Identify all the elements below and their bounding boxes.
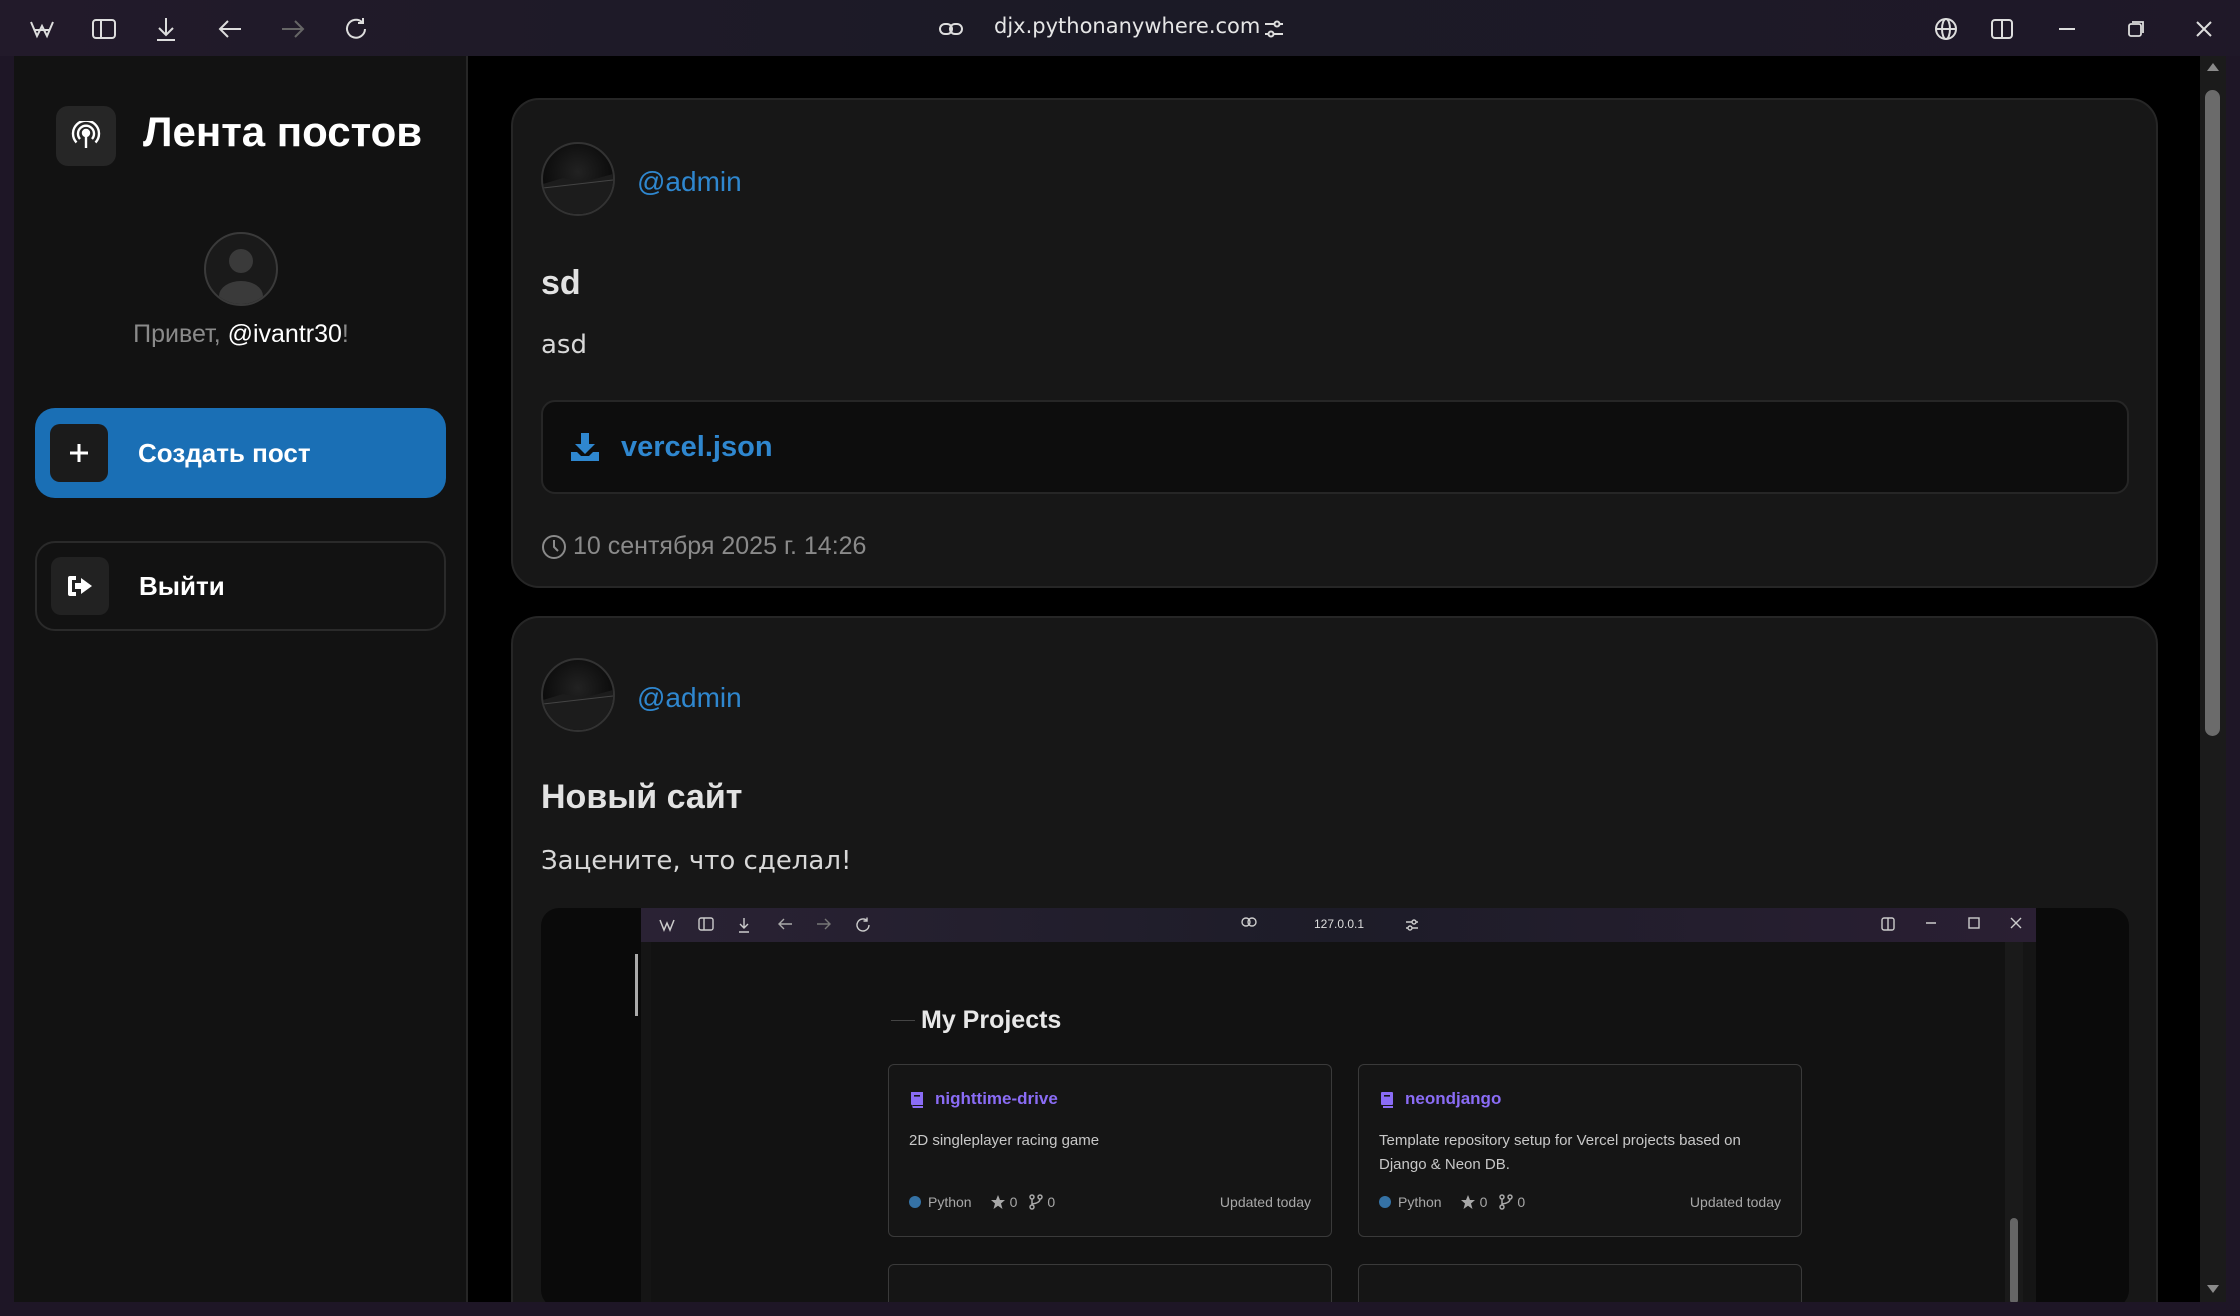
repo-forks: 0 <box>1517 1194 1526 1210</box>
repo-stars: 0 <box>1479 1194 1488 1210</box>
screenshot-scrollbar-thumb <box>2010 1218 2018 1302</box>
forward-icon[interactable] <box>273 10 313 48</box>
page-scrollbar-thumb[interactable] <box>2205 90 2220 736</box>
post-title: Новый сайт <box>541 778 743 816</box>
repo-card: neondjango Template repository setup for… <box>1358 1064 1802 1237</box>
browser-logo-icon[interactable] <box>22 10 62 48</box>
post-date-text: 10 сентября 2025 г. 14:26 <box>573 532 867 560</box>
greeting-prefix: Привет, <box>133 320 228 348</box>
close-window-icon[interactable] <box>2184 10 2224 48</box>
user-avatar <box>204 232 278 306</box>
fork-icon <box>1029 1194 1044 1210</box>
repo-description: 2D singleplayer racing game <box>909 1132 1100 1149</box>
screenshot-url: 127.0.0.1 <box>1314 917 1365 931</box>
link-icon[interactable] <box>931 10 971 48</box>
post-image[interactable]: 127.0.0.1 My Projects nighttime-drive 2D… <box>541 908 2129 1302</box>
site-title[interactable]: Лента постов <box>143 108 422 156</box>
post-card: @admin sd asd vercel.json 10 сентября 20… <box>511 98 2158 588</box>
site-settings-icon[interactable] <box>1254 10 1294 48</box>
create-post-label: Создать пост <box>138 437 311 468</box>
text-cursor <box>635 954 638 1016</box>
scroll-up-icon <box>2207 63 2219 71</box>
greeting: Привет, @ivantr30! <box>14 320 468 349</box>
sidebar-toggle-icon[interactable] <box>84 10 124 48</box>
screenshot-browser-bar: 127.0.0.1 <box>641 908 2036 942</box>
create-post-button[interactable]: Создать пост <box>35 408 446 498</box>
screenshot-viewport: My Projects nighttime-drive 2D singlepla… <box>651 942 2023 1302</box>
minimize-icon[interactable] <box>2047 10 2087 48</box>
clock-icon <box>541 534 567 560</box>
repo-language: Python <box>928 1194 972 1210</box>
translate-globe-icon[interactable] <box>1926 10 1966 48</box>
repo-card-partial <box>888 1264 1332 1302</box>
greeting-username: @ivantr30 <box>227 320 342 348</box>
post-card: @admin Новый сайт Зацените, что сделал! … <box>511 616 2158 1302</box>
address-bar-url[interactable]: djx.pythonanywhere.com <box>994 14 1260 38</box>
repo-description: Template repository setup for Vercel pro… <box>1379 1132 1741 1173</box>
repo-card-partial <box>1358 1264 1802 1302</box>
repo-forks: 0 <box>1047 1194 1056 1210</box>
sign-out-icon <box>51 557 109 615</box>
embedded-screenshot: 127.0.0.1 My Projects nighttime-drive 2D… <box>641 908 2036 1302</box>
repo-language: Python <box>1398 1194 1442 1210</box>
star-icon <box>1460 1195 1475 1209</box>
greeting-suffix: ! <box>341 320 349 348</box>
star-icon <box>990 1195 1005 1209</box>
heading-rule <box>891 1020 915 1021</box>
sidebar: Лента постов Привет, @ivantr30! Создать … <box>14 56 468 1302</box>
back-icon[interactable] <box>210 10 250 48</box>
page-viewport: Лента постов Привет, @ivantr30! Создать … <box>14 56 2200 1302</box>
repo-card: nighttime-drive 2D singleplayer racing g… <box>888 1064 1332 1237</box>
repo-stars: 0 <box>1009 1194 1018 1210</box>
attachment-download-link[interactable]: vercel.json <box>541 400 2129 494</box>
split-view-icon[interactable] <box>1982 10 2022 48</box>
logout-label: Выйти <box>139 570 225 601</box>
post-body: Зацените, что сделал! <box>541 846 852 876</box>
repo-meta: Python 0 0 <box>1379 1194 1525 1210</box>
browser-toolbar: djx.pythonanywhere.com <box>0 0 2240 56</box>
author-avatar[interactable] <box>541 142 615 216</box>
scroll-down-icon <box>2207 1285 2219 1293</box>
repo-updated: Updated today <box>1219 1194 1311 1210</box>
attachment-filename: vercel.json <box>621 430 773 463</box>
repo-name: nighttime-drive <box>935 1089 1058 1108</box>
repo-updated: Updated today <box>1689 1194 1781 1210</box>
repo-name: neondjango <box>1405 1089 1502 1108</box>
post-body: asd <box>541 330 587 360</box>
podcast-logo-icon[interactable] <box>56 106 116 166</box>
download-icon[interactable] <box>146 10 186 48</box>
screenshot-scrollbar <box>2005 942 2023 1302</box>
repo-meta: Python 0 0 <box>909 1194 1055 1210</box>
reload-icon[interactable] <box>336 10 376 48</box>
fork-icon <box>1499 1194 1514 1210</box>
language-dot-icon <box>909 1196 921 1208</box>
post-author-link[interactable]: @admin <box>637 166 742 198</box>
projects-heading: My Projects <box>921 1006 1062 1034</box>
author-avatar[interactable] <box>541 658 615 732</box>
restore-icon[interactable] <box>2116 10 2156 48</box>
language-dot-icon <box>1379 1196 1391 1208</box>
post-title: sd <box>541 264 581 302</box>
post-author-link[interactable]: @admin <box>637 682 742 714</box>
post-date: 10 сентября 2025 г. 14:26 <box>541 532 866 561</box>
logout-button[interactable]: Выйти <box>35 541 446 631</box>
download-icon <box>569 431 601 463</box>
plus-icon <box>50 424 108 482</box>
